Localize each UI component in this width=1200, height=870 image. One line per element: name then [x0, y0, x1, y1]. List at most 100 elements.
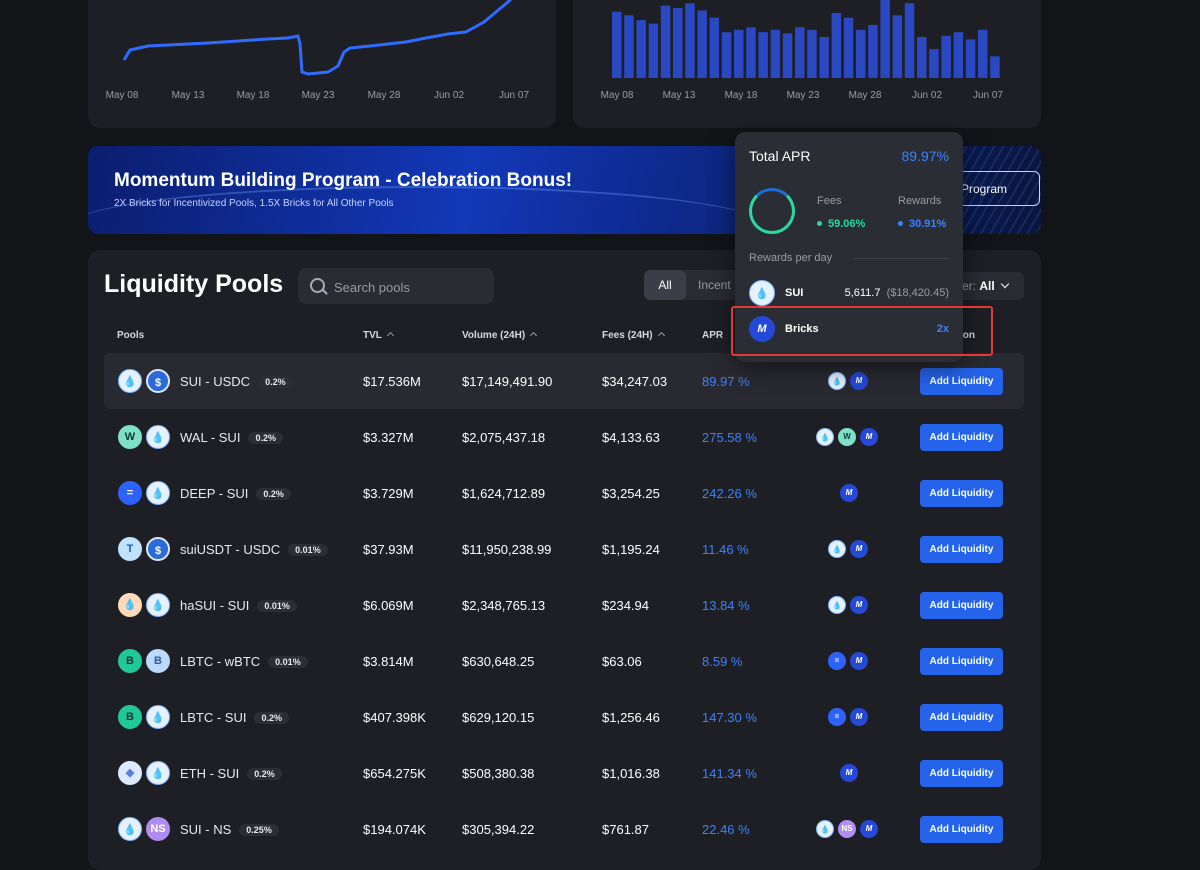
rewards-per-day-label: Rewards per day — [749, 252, 833, 264]
volume-bar — [819, 37, 829, 78]
add-liquidity-button[interactable]: Add Liquidity — [920, 480, 1003, 507]
add-liquidity-button[interactable]: Add Liquidity — [920, 816, 1003, 843]
banner-title: Momentum Building Program - Celebration … — [114, 170, 573, 191]
volume-bar — [612, 11, 622, 79]
x-tick-label: Jun 07 — [499, 90, 529, 101]
pool-fees: $1,195.24 — [602, 542, 660, 557]
sui-reward-amount: 5,611.7 ($18,420.45) — [844, 287, 949, 299]
sui-reward-icon: 💧 — [828, 372, 846, 390]
search-box[interactable] — [298, 268, 494, 306]
fee-badge: 0.2% — [256, 488, 291, 500]
pool-fees: $1,016.38 — [602, 766, 660, 781]
pool-name: SUI - USDC 0.2% — [180, 374, 293, 389]
pool-apr[interactable]: 8.59 % — [702, 654, 742, 669]
table-row[interactable]: B B LBTC - wBTC 0.01% $3.814M $630,648.25… — [104, 633, 1024, 689]
volume-bar — [734, 29, 744, 78]
volume-bar — [941, 35, 951, 78]
pool-apr[interactable]: 89.97 % — [702, 374, 750, 389]
search-input[interactable] — [332, 268, 491, 306]
pool-volume: $508,380.38 — [462, 766, 535, 781]
table-row[interactable]: W 💧 WAL - SUI 0.2% $3.327M $2,075,437.18 … — [104, 409, 1024, 465]
add-liquidity-button[interactable]: Add Liquidity — [920, 424, 1003, 451]
x-tick-label: May 28 — [368, 90, 401, 101]
header-fees[interactable]: Fees (24H) — [602, 330, 665, 341]
header-tvl[interactable]: TVL — [363, 330, 394, 341]
sui-token-icon: 💧 — [146, 593, 170, 617]
tvl-series-line — [122, 0, 513, 76]
pool-apr[interactable]: 13.84 % — [702, 598, 750, 613]
pool-name: LBTC - wBTC 0.01% — [180, 654, 308, 669]
x-tick-label: May 23 — [302, 90, 335, 101]
table-row[interactable]: ◆ 💧 ETH - SUI 0.2% $654.275K $508,380.38 … — [104, 745, 1024, 801]
x-tick-label: May 18 — [237, 90, 270, 101]
add-liquidity-button[interactable]: Add Liquidity — [920, 536, 1003, 563]
pool-apr[interactable]: 22.46 % — [702, 822, 750, 837]
tooltip-total-apr: 89.97% — [901, 148, 949, 164]
search-icon — [310, 278, 325, 293]
add-liquidity-button[interactable]: Add Liquidity — [920, 368, 1003, 395]
pool-volume: $2,348,765.13 — [462, 598, 546, 613]
wal-reward-icon: W — [838, 428, 856, 446]
bricks-reward-icon: M — [860, 428, 878, 446]
add-liquidity-button[interactable]: Add Liquidity — [920, 704, 1003, 731]
volume-bar — [880, 0, 890, 79]
pool-name: WAL - SUI 0.2% — [180, 430, 283, 445]
sui-token-icon: 💧 — [118, 817, 142, 841]
ns-token-icon: NS — [146, 817, 170, 841]
pool-volume: $1,624,712.89 — [462, 486, 546, 501]
volume-bar — [953, 32, 964, 78]
table-row[interactable]: B 💧 LBTC - SUI 0.2% $407.398K $629,120.15… — [104, 689, 1024, 745]
banner-program-button[interactable]: Program — [950, 171, 1040, 206]
tab-all[interactable]: All — [644, 270, 686, 300]
pool-apr[interactable]: 11.46 % — [702, 542, 749, 557]
pool-volume: $2,075,437.18 — [462, 430, 546, 445]
header-volume[interactable]: Volume (24H) — [462, 330, 538, 341]
fees-label: Fees — [817, 195, 842, 207]
bricks-reward-icon: M — [860, 820, 878, 838]
x-tick-label: May 08 — [106, 90, 139, 101]
volume-bar — [770, 29, 781, 78]
volume-bar — [782, 33, 793, 78]
volume-bar — [758, 32, 768, 78]
pool-fees: $63.06 — [602, 654, 642, 669]
add-liquidity-button[interactable]: Add Liquidity — [920, 592, 1003, 619]
sui-token-icon: 💧 — [146, 481, 170, 505]
x-tick-label: May 13 — [663, 90, 696, 101]
fee-badge: 0.2% — [254, 712, 289, 724]
tvl-line-chart: May 08 May 13 May 18 May 23 May 28 Jun 02 Jun … — [106, 0, 529, 101]
pool-apr[interactable]: 275.58 % — [702, 430, 757, 445]
highlight-annotation-box — [731, 306, 993, 356]
table-row[interactable]: = 💧 DEEP - SUI 0.2% $3.729M $1,624,712.89… — [104, 465, 1024, 521]
wbtc-token-icon: B — [146, 649, 170, 673]
volume-bar — [904, 3, 915, 79]
divider — [853, 258, 949, 259]
pool-apr[interactable]: 242.26 % — [702, 486, 757, 501]
header-apr[interactable]: APR — [702, 330, 723, 341]
rewards-value: 30.91% — [898, 218, 946, 230]
bricks-reward-icon: M — [840, 764, 858, 782]
fee-badge: 0.2% — [258, 376, 293, 388]
deep-reward-icon: = — [828, 652, 846, 670]
pool-fees: $34,247.03 — [602, 374, 668, 389]
volume-bar — [892, 15, 903, 78]
pool-tvl: $6.069M — [363, 598, 414, 613]
table-row[interactable]: 💧 💧 haSUI - SUI 0.01% $6.069M $2,348,765.… — [104, 577, 1024, 633]
sui-token-icon: 💧 — [118, 369, 142, 393]
table-row[interactable]: 💧 NS SUI - NS 0.25% $194.074K $305,394.22… — [104, 801, 1024, 857]
pool-apr[interactable]: 147.30 % — [702, 710, 757, 725]
chevron-down-icon — [1000, 279, 1010, 289]
add-liquidity-button[interactable]: Add Liquidity — [920, 648, 1003, 675]
pool-apr[interactable]: 141.34 % — [702, 766, 757, 781]
tab-incentivized[interactable]: Incent — [698, 270, 731, 300]
rewards-label: Rewards — [898, 195, 942, 207]
sort-icon — [386, 331, 394, 340]
volume-bar — [990, 56, 1000, 78]
pool-volume: $11,950,238.99 — [462, 542, 552, 557]
add-liquidity-button[interactable]: Add Liquidity — [920, 760, 1003, 787]
page-title: Liquidity Pools — [104, 270, 284, 298]
sui-token-icon: 💧 — [146, 425, 170, 449]
table-row[interactable]: T $ suiUSDT - USDC 0.01% $37.93M $11,950,… — [104, 521, 1024, 577]
x-tick-label: May 18 — [725, 90, 758, 101]
pool-tvl: $3.729M — [363, 486, 414, 501]
usdc-token-icon: $ — [146, 369, 170, 393]
